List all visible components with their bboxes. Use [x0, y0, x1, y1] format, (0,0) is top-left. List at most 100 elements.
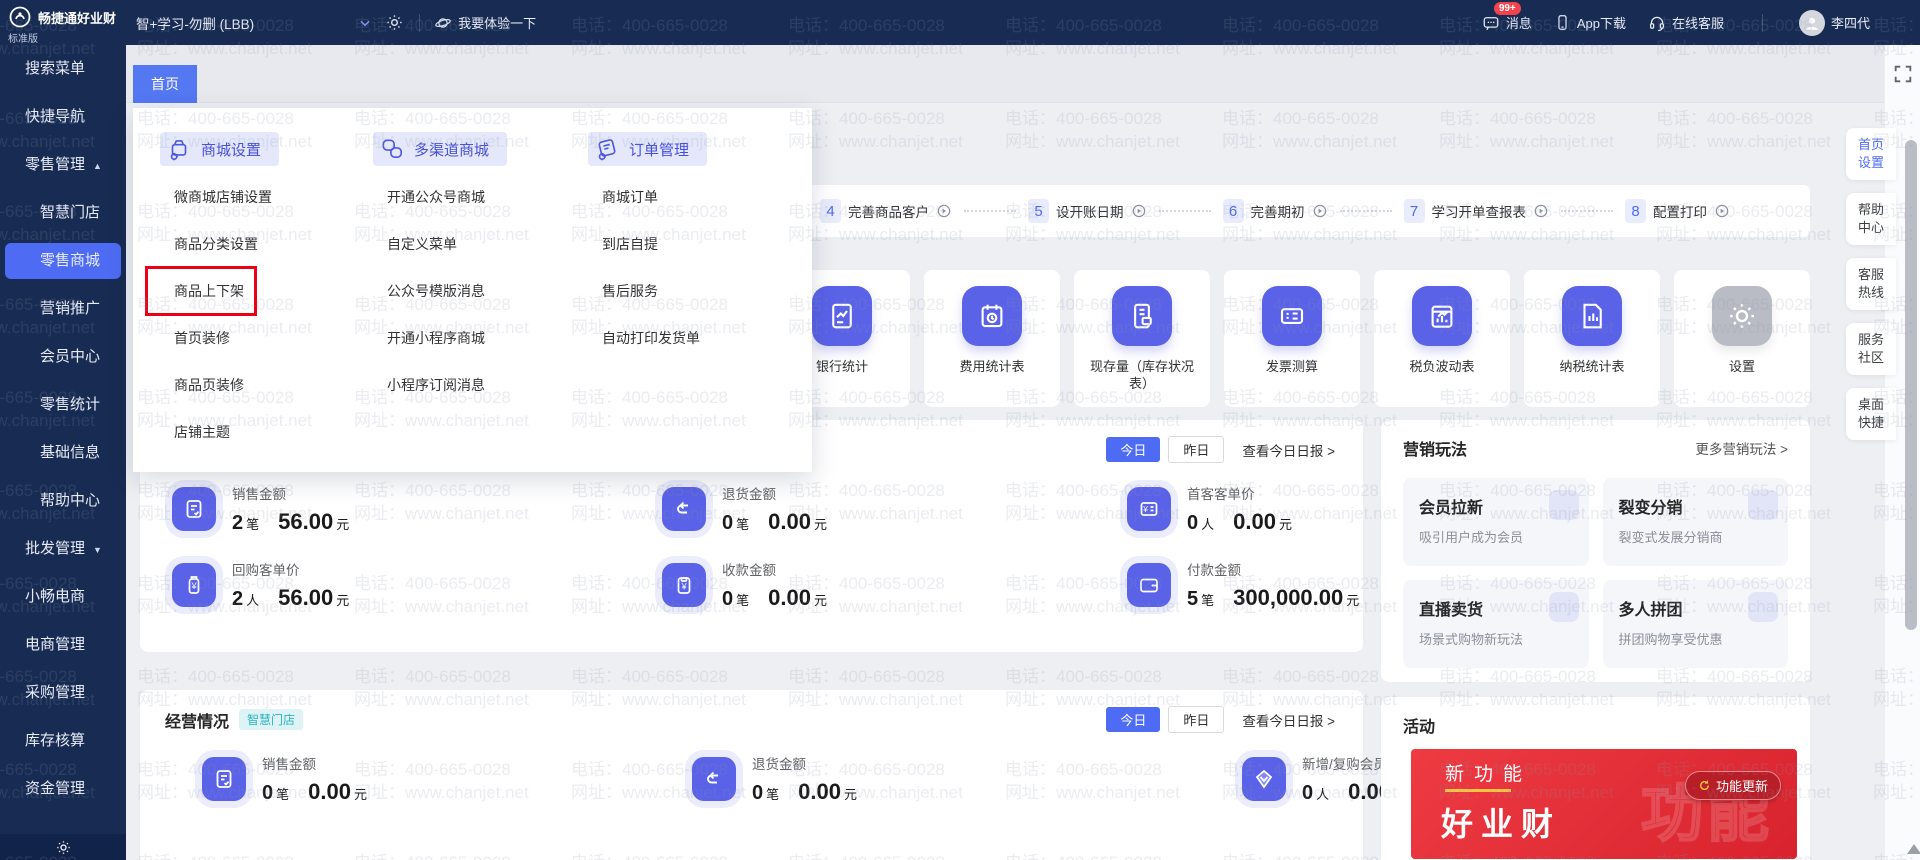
- daily-report-link[interactable]: 查看今日日报 >: [1242, 440, 1335, 460]
- gear-icon[interactable]: [386, 14, 403, 31]
- step-complete-goods-customers[interactable]: 4 完善商品客户: [820, 199, 952, 223]
- fullscreen-icon[interactable]: [1892, 63, 1914, 85]
- menu-item-open-mini-program-mall[interactable]: 开通小程序商城: [373, 315, 578, 362]
- menu-item-micro-mall-store-settings[interactable]: 微商城店铺设置: [160, 174, 365, 221]
- shortcut-invoice-calc[interactable]: 发票测算: [1224, 270, 1360, 407]
- sidebar-item-retail-stats[interactable]: 零售统计: [0, 381, 126, 429]
- online-service-button[interactable]: 在线客服: [1648, 13, 1724, 32]
- menu-item-in-store-pickup[interactable]: 到店自提: [588, 221, 798, 268]
- sidebar-item-xiaochang-ecommerce[interactable]: 小畅电商: [0, 573, 126, 621]
- shortcut-expense-stats[interactable]: 费用统计表: [924, 270, 1060, 407]
- messages-button[interactable]: 99+ 消息: [1482, 2, 1532, 32]
- sidebar-item-smart-store[interactable]: 智慧门店: [0, 189, 126, 237]
- step-complete-opening-balance[interactable]: 6 完善期初: [1222, 199, 1328, 223]
- group-buying-icon: [1748, 592, 1778, 622]
- sidebar-item-purchase-management[interactable]: 采购管理: [0, 669, 126, 717]
- sidebar-item-inventory-accounting[interactable]: 库存核算: [0, 717, 126, 765]
- invoice-calc-icon: [1262, 286, 1322, 346]
- headset-icon: [1649, 16, 1664, 31]
- step-connector: [1561, 210, 1613, 212]
- menu-item-open-official-account-mall[interactable]: 开通公众号商城: [373, 174, 578, 221]
- step-configure-printing[interactable]: 8 配置打印: [1625, 199, 1730, 223]
- today-tab[interactable]: 今日: [1106, 707, 1161, 732]
- quick-tab-service-hotline[interactable]: 客服热线: [1846, 258, 1896, 310]
- repurchase-icon: ¥: [172, 563, 216, 607]
- menu-item-official-account-template-message[interactable]: 公众号模版消息: [373, 268, 578, 315]
- yesterday-tab[interactable]: 昨日: [1168, 706, 1225, 733]
- tab-home[interactable]: 首页: [133, 65, 197, 103]
- play-icon[interactable]: [1714, 203, 1730, 219]
- scroll-up-arrow[interactable]: [1907, 844, 1920, 854]
- sidebar-item-wholesale-management[interactable]: 批发管理 ▼: [0, 525, 126, 573]
- sidebar-item-fund-management[interactable]: 资金管理: [0, 765, 126, 813]
- today-tab[interactable]: 今日: [1106, 437, 1161, 462]
- receipt-money-icon: ¥: [662, 563, 706, 607]
- play-icon[interactable]: [1533, 203, 1549, 219]
- sidebar-item-help-center[interactable]: 帮助中心: [0, 477, 126, 525]
- app-edition: 标准版: [8, 34, 38, 45]
- quick-tab-home-settings[interactable]: 首页设置: [1846, 128, 1896, 180]
- step-connector: [1158, 210, 1211, 212]
- play-icon[interactable]: [936, 203, 952, 219]
- more-marketing-link[interactable]: 更多营销玩法 >: [1695, 438, 1788, 458]
- menu-item-mini-program-subscribe-message[interactable]: 小程序订阅消息: [373, 362, 578, 409]
- play-icon[interactable]: [1312, 203, 1328, 219]
- menu-item-product-page-decoration[interactable]: 商品页装修: [160, 362, 365, 409]
- marketing-panel: 营销玩法 更多营销玩法 > 会员拉新 吸引用户成为会员 裂变分销 裂变式发展分销…: [1381, 420, 1810, 682]
- sales-receipt-icon: [172, 487, 216, 531]
- step-learn-billing-reports[interactable]: 7 学习开单查报表: [1403, 199, 1550, 223]
- shortcut-inventory-status[interactable]: 现存量（库存状况表）: [1074, 270, 1210, 407]
- avatar: [1798, 9, 1825, 36]
- svg-text:¥: ¥: [681, 582, 688, 592]
- sidebar-item-quick-nav[interactable]: 快捷导航: [0, 93, 126, 141]
- topbar-divider: [419, 13, 421, 32]
- sidebar-item-marketing-promo[interactable]: 营销推广: [0, 285, 126, 333]
- stat-payment-amount: 付款金额 5 笔 300,000.00 元: [1120, 559, 1363, 611]
- stat-repurchase-price: ¥ 回购客单价 2 人 56.00 元: [165, 559, 655, 611]
- marketing-card-fission-distribution[interactable]: 裂变分销 裂变式发展分销商: [1602, 478, 1788, 566]
- gear-icon[interactable]: [56, 840, 71, 855]
- sidebar-item-member-center[interactable]: 会员中心: [0, 333, 126, 381]
- menu-item-store-theme[interactable]: 店铺主题: [160, 409, 365, 456]
- member-gem-icon: [1242, 757, 1286, 801]
- refund-arrow-icon: [692, 757, 736, 801]
- menu-item-after-sales-service[interactable]: 售后服务: [588, 268, 798, 315]
- quick-tab-desktop-shortcut[interactable]: 桌面快捷: [1846, 388, 1896, 440]
- quick-tab-service-community[interactable]: 服务社区: [1846, 323, 1896, 375]
- yesterday-tab[interactable]: 昨日: [1168, 436, 1225, 463]
- shortcut-tax-fluctuation[interactable]: 税负波动表: [1374, 270, 1510, 407]
- menu-item-mall-orders[interactable]: 商城订单: [588, 174, 798, 221]
- sidebar-item-ecommerce-management[interactable]: 电商管理: [0, 621, 126, 669]
- topbar: 畅捷通好业财 标准版 智+学习-勿删 (LBB) 我要体验一下 99+ 消息 A…: [0, 0, 1920, 45]
- sidebar-item-retail-mall[interactable]: 零售商城: [5, 243, 121, 279]
- sidebar-item-basic-info[interactable]: 基础信息: [0, 429, 126, 477]
- menu-item-homepage-decoration[interactable]: 首页装修: [160, 315, 365, 362]
- first-customer-icon: ¥: [1127, 487, 1171, 531]
- menu-item-auto-print-delivery-note[interactable]: 自动打印发货单: [588, 315, 798, 362]
- menu-item-product-category-settings[interactable]: 商品分类设置: [160, 221, 365, 268]
- menu-item-product-listing[interactable]: 商品上下架: [145, 266, 365, 316]
- quick-tab-help-center[interactable]: 帮助中心: [1846, 193, 1896, 245]
- scrollbar-thumb[interactable]: [1905, 140, 1917, 630]
- expand-arrow-icon: ▼: [93, 545, 102, 555]
- experience-link[interactable]: 我要体验一下: [434, 13, 536, 32]
- feature-update-button[interactable]: 功能更新: [1684, 771, 1781, 800]
- step-set-opening-date[interactable]: 5 设开账日期: [1028, 199, 1147, 223]
- app-download-button[interactable]: App下载: [1554, 13, 1626, 32]
- marketing-card-group-buying[interactable]: 多人拼团 拼团购物享受优惠: [1602, 580, 1788, 668]
- account-name[interactable]: 智+学习-勿删 (LBB): [136, 13, 254, 33]
- marketing-card-live-selling[interactable]: 直播卖货 场景式购物新玩法: [1403, 580, 1589, 668]
- sidebar-item-search-menu[interactable]: 搜索菜单: [0, 45, 126, 93]
- stat-refund-amount: 退货金额 0 笔 0.00 元: [655, 483, 1120, 535]
- tax-fluctuation-icon: [1412, 286, 1472, 346]
- menu-item-custom-menu[interactable]: 自定义菜单: [373, 221, 578, 268]
- marketing-card-member-acquisition[interactable]: 会员拉新 吸引用户成为会员: [1403, 478, 1589, 566]
- play-icon[interactable]: [1131, 203, 1147, 219]
- user-menu[interactable]: 李四代: [1798, 9, 1870, 36]
- daily-report-link[interactable]: 查看今日日报 >: [1242, 710, 1335, 730]
- new-feature-banner[interactable]: 功能 新功能 好业财 功能更新: [1411, 749, 1797, 859]
- sidebar-item-retail-management[interactable]: 零售管理 ▲: [0, 141, 126, 189]
- chevron-down-icon[interactable]: [358, 16, 372, 30]
- shortcut-settings[interactable]: 设置: [1674, 270, 1810, 407]
- shortcut-tax-stats[interactable]: 纳税统计表: [1524, 270, 1660, 407]
